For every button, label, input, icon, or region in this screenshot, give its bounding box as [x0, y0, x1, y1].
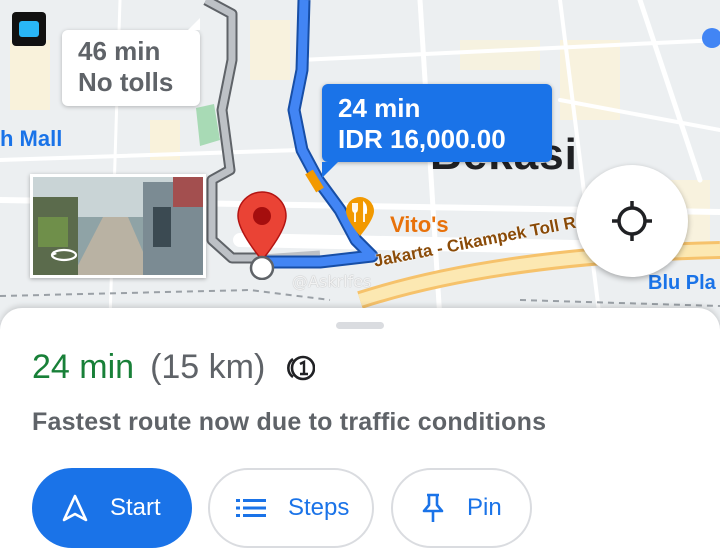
alt-route-time: 46 min	[78, 36, 161, 66]
main-route-cost: IDR 16,000.00	[338, 124, 506, 154]
my-location-button[interactable]	[576, 165, 688, 277]
fork-knife-icon[interactable]	[344, 196, 376, 236]
red-pin-icon[interactable]	[234, 190, 290, 280]
alt-route-callout[interactable]: 46 min No tolls	[62, 18, 200, 106]
toll-icon[interactable]	[285, 353, 316, 383]
list-icon	[236, 498, 266, 518]
start-button-label: Start	[110, 494, 161, 521]
start-button[interactable]: Start	[32, 468, 192, 548]
app-icon-glyph	[19, 21, 39, 37]
pin-button[interactable]: Pin	[391, 468, 532, 548]
distance-text: (15 km)	[150, 348, 266, 386]
map-view[interactable]: h Mall Bekasi Vito's Jakarta - Cikampek …	[0, 0, 720, 320]
toll-icon-glyph	[287, 355, 316, 380]
alt-route-note: No tolls	[78, 67, 174, 97]
main-route-callout[interactable]: 24 min IDR 16,000.00	[322, 84, 552, 178]
mall-label: h Mall	[0, 126, 63, 151]
route-bottom-sheet[interactable]: 24 min (15 km) Fastest route now due to …	[0, 308, 720, 559]
my-location-icon	[612, 201, 652, 241]
app-icon[interactable]	[12, 12, 46, 46]
360-rotate-icon	[50, 248, 78, 262]
pin-button-label: Pin	[467, 494, 502, 521]
steps-button[interactable]: Steps	[208, 468, 374, 548]
restaurant-label[interactable]: Vito's	[390, 212, 449, 238]
callout-tail	[188, 18, 200, 30]
street-view-thumbnail[interactable]	[30, 174, 206, 278]
eta-text: 24 min	[32, 348, 135, 386]
route-description: Fastest route now due to traffic conditi…	[32, 408, 547, 436]
blu-plaza-label[interactable]: Blu Pla	[648, 272, 716, 295]
route-summary: 24 min (15 km)	[32, 348, 316, 387]
main-route-time: 24 min	[338, 93, 421, 123]
callout-tail	[322, 162, 338, 178]
pushpin-icon	[421, 493, 445, 523]
navigation-arrow-icon	[62, 494, 88, 522]
watermark: @Askrlfes	[292, 272, 372, 291]
drag-handle[interactable]	[336, 322, 384, 329]
steps-button-label: Steps	[288, 494, 350, 521]
